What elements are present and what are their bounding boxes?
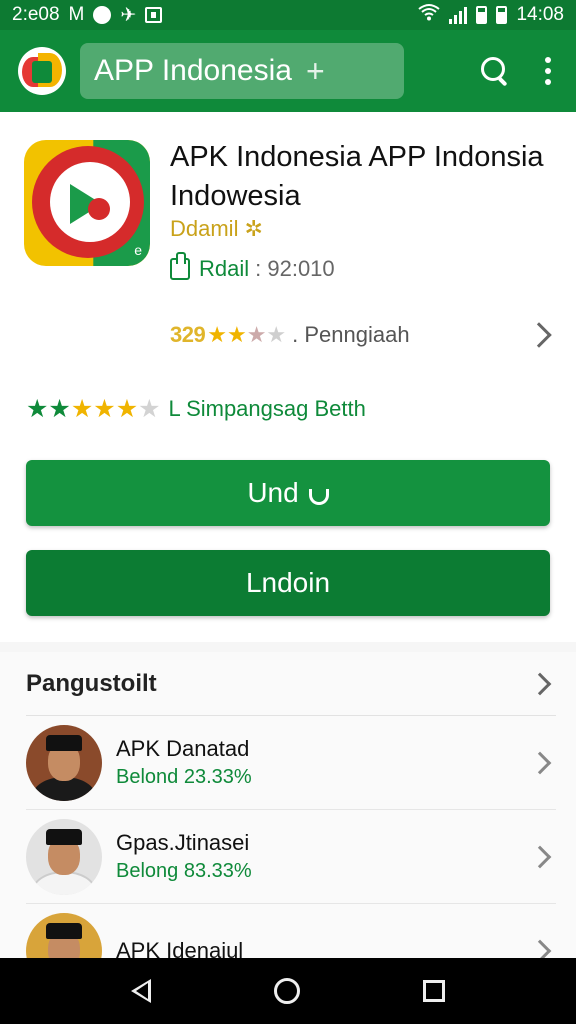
install-button[interactable]: Und bbox=[26, 460, 550, 526]
star-icon: ★ bbox=[26, 394, 49, 423]
status-left-text: 2:e08 bbox=[12, 4, 60, 25]
rank-value: : 92:010 bbox=[255, 256, 335, 281]
item-name: Gpas.Jtinasei bbox=[116, 829, 250, 855]
related-section: Pangustoilt APK Danatad Belond 23.33% Gp… bbox=[0, 652, 576, 998]
chevron-right-icon[interactable] bbox=[526, 322, 552, 348]
square-icon bbox=[145, 7, 163, 23]
uninstall-label: Lndoin bbox=[245, 567, 331, 598]
star-icon: ★ bbox=[115, 394, 139, 423]
app-title: APK Indonesia APP Indonsia Indowesia bbox=[170, 141, 544, 212]
rating-count: 329 bbox=[170, 322, 206, 347]
smile-icon bbox=[308, 489, 329, 505]
rating-stars: ★ ★ ★ ★ bbox=[207, 324, 286, 346]
screen: 2:e08 M ✈ 14:08 APP Indonesia + e APK In… bbox=[0, 0, 576, 1024]
thumb-icon bbox=[170, 252, 190, 280]
app-bar-actions bbox=[480, 56, 558, 86]
search-box[interactable]: APP Indonesia + bbox=[80, 43, 404, 99]
chevron-right-icon[interactable] bbox=[528, 845, 552, 868]
star-empty-icon: ★ bbox=[138, 394, 161, 423]
rank-row: Rdail : 92:010 bbox=[170, 252, 335, 282]
wifi-icon bbox=[418, 3, 441, 27]
install-label: Und bbox=[247, 477, 299, 508]
rating-row[interactable]: 329 ★ ★ ★ ★ . Penngiaah bbox=[170, 322, 556, 348]
navigation-bar bbox=[0, 958, 576, 1024]
star-empty-icon: ★ bbox=[266, 322, 287, 347]
developer-label: Ddamil bbox=[170, 216, 239, 241]
app-bar: APP Indonesia + bbox=[0, 30, 576, 112]
plane-icon: ✈ bbox=[120, 4, 137, 26]
more-vert-icon[interactable] bbox=[544, 57, 552, 85]
developer-name[interactable]: Ddamil ✲ bbox=[170, 216, 263, 242]
back-icon[interactable] bbox=[131, 979, 152, 1003]
avatar bbox=[26, 724, 102, 801]
section-title: Pangustoilt bbox=[26, 669, 157, 697]
section-header[interactable]: Pangustoilt bbox=[26, 652, 556, 716]
item-sub: Belond 23.33% bbox=[116, 765, 252, 788]
rank-label: Rdail bbox=[199, 256, 250, 281]
star-half-icon: ★ bbox=[246, 322, 267, 347]
item-sub: Belong 83.33% bbox=[116, 859, 252, 882]
chevron-right-icon[interactable] bbox=[528, 672, 552, 695]
item-name: APK Danatad bbox=[116, 735, 250, 761]
app-details-card: e APK Indonesia APP Indonsia Indowesia D… bbox=[0, 112, 576, 642]
avatar bbox=[26, 818, 102, 895]
chevron-right-icon[interactable] bbox=[528, 751, 552, 774]
search-icon[interactable] bbox=[480, 56, 510, 86]
status-glyph: M bbox=[68, 4, 85, 25]
star-icon: ★ bbox=[93, 394, 116, 423]
status-right: 14:08 bbox=[418, 3, 564, 27]
star-icon: ★ bbox=[226, 322, 247, 347]
status-bar: 2:e08 M ✈ 14:08 bbox=[0, 0, 576, 30]
star-icon: ★ bbox=[70, 394, 94, 423]
list-item[interactable]: Gpas.Jtinasei Belong 83.33% bbox=[26, 810, 556, 904]
clock-icon bbox=[93, 6, 112, 24]
status-left: 2:e08 M ✈ bbox=[12, 4, 163, 27]
plus-icon[interactable]: + bbox=[306, 53, 325, 90]
app-icon: e bbox=[24, 140, 150, 266]
rating-text: . Penngiaah bbox=[292, 322, 410, 347]
app-logo[interactable] bbox=[18, 47, 66, 95]
uninstall-button[interactable]: Lndoin bbox=[26, 550, 550, 616]
status-time: 14:08 bbox=[516, 4, 564, 25]
recents-icon[interactable] bbox=[422, 980, 445, 1002]
popularity-row: ★ ★ ★ ★ ★ ★ L Simpangsag Betth bbox=[26, 396, 366, 422]
search-text: APP Indonesia bbox=[94, 54, 292, 87]
star-icon: ★ bbox=[207, 322, 227, 347]
home-icon[interactable] bbox=[273, 978, 300, 1004]
battery-icon-2 bbox=[496, 6, 508, 24]
battery-icon bbox=[476, 6, 488, 24]
signal-icon bbox=[449, 6, 468, 24]
popularity-text: L Simpangsag Betth bbox=[168, 396, 366, 421]
star-icon: ★ bbox=[48, 394, 71, 423]
list-item[interactable]: APK Danatad Belond 23.33% bbox=[26, 716, 556, 810]
developer-badge-icon: ✲ bbox=[244, 216, 263, 241]
